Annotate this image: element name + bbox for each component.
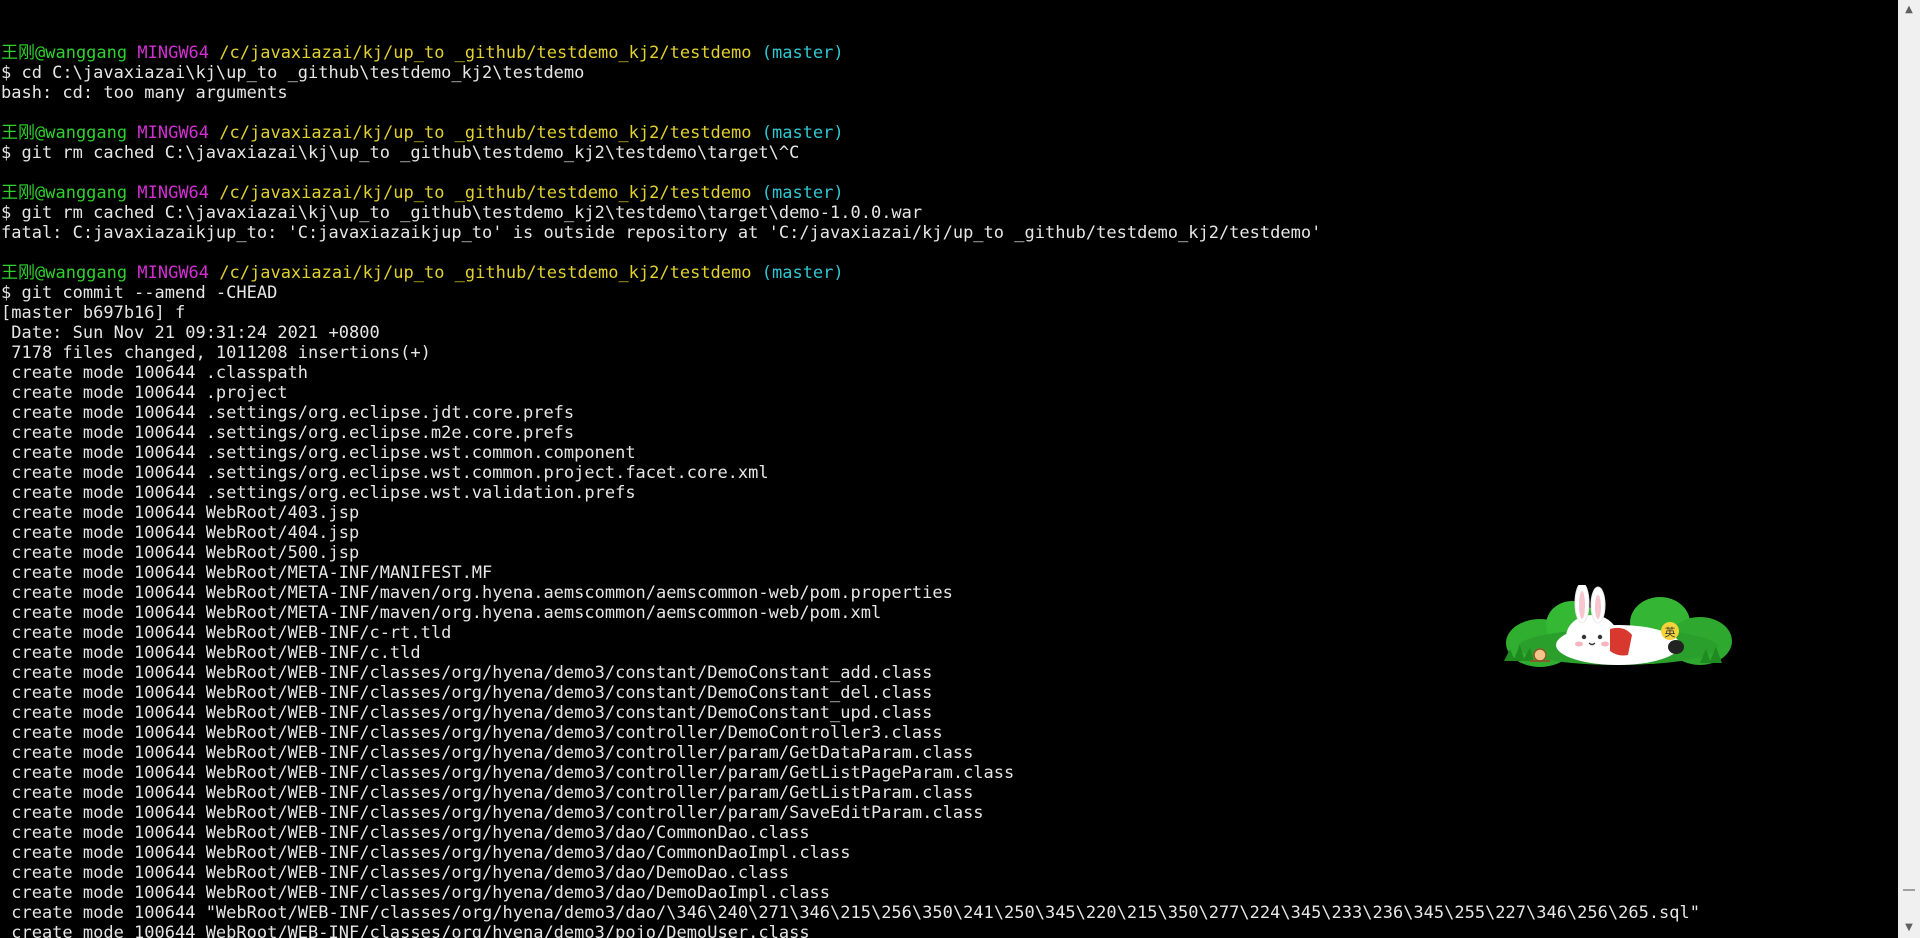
terminal-window[interactable]: 王刚@wanggang MINGW64 /c/javaxiazai/kj/up_… [0, 0, 1898, 938]
prompt-user: 王刚@wanggang [1, 263, 128, 283]
output-line: create mode 100644 "WebRoot/WEB-INF/clas… [1, 903, 1700, 923]
sticker-label: 英 [1665, 625, 1676, 639]
prompt-user: 王刚@wanggang [1, 123, 128, 143]
output-line: create mode 100644 WebRoot/WEB-INF/class… [1, 863, 790, 883]
output-line: create mode 100644 .settings/org.eclipse… [1, 403, 575, 423]
scroll-down-arrow-icon[interactable]: ▼ [1898, 918, 1920, 938]
prompt-branch: (master) [761, 263, 844, 283]
prompt-branch: (master) [761, 43, 844, 63]
prompt-path: /c/javaxiazai/kj/up_to _github/testdemo_… [219, 123, 752, 143]
output-line: create mode 100644 .settings/org.eclipse… [1, 463, 769, 483]
output-line: create mode 100644 .settings/org.eclipse… [1, 443, 636, 463]
output-line: create mode 100644 WebRoot/500.jsp [1, 543, 360, 563]
scroll-thumb[interactable] [1903, 889, 1915, 892]
output-line: create mode 100644 WebRoot/WEB-INF/class… [1, 923, 810, 938]
prompt-line: 王刚@wanggang MINGW64 /c/javaxiazai/kj/up_… [0, 43, 1898, 63]
command-line: $ cd C:\javaxiazai\kj\up_to _github\test… [1, 63, 585, 83]
command-line: $ git rm cached C:\javaxiazai\kj\up_to _… [1, 203, 923, 223]
output-line: create mode 100644 .classpath [1, 363, 309, 383]
prompt-branch: (master) [761, 183, 844, 203]
output-line: create mode 100644 WebRoot/WEB-INF/class… [1, 803, 984, 823]
prompt-user: 王刚@wanggang [1, 183, 128, 203]
output-line: create mode 100644 WebRoot/WEB-INF/class… [1, 683, 933, 703]
prompt-user: 王刚@wanggang [1, 43, 128, 63]
output-line: bash: cd: too many arguments [1, 83, 288, 103]
output-line: fatal: C:javaxiazaikjup_to: 'C:javaxiaza… [1, 223, 1322, 243]
output-line: create mode 100644 WebRoot/404.jsp [1, 523, 360, 543]
output-line: create mode 100644 WebRoot/WEB-INF/class… [1, 723, 943, 743]
output-line: create mode 100644 .settings/org.eclipse… [1, 483, 636, 503]
scroll-up-arrow-icon[interactable]: ▲ [1898, 0, 1920, 20]
output-line: create mode 100644 WebRoot/WEB-INF/class… [1, 823, 810, 843]
command-line: $ git rm cached C:\javaxiazai\kj\up_to _… [1, 143, 800, 163]
output-line: [master b697b16] f [1, 303, 186, 323]
output-line: create mode 100644 WebRoot/META-INF/MANI… [1, 563, 493, 583]
vertical-scrollbar[interactable]: ▲ ▼ [1898, 0, 1920, 938]
bunny-sticker: 英 [1500, 582, 1736, 675]
prompt-host: MINGW64 [137, 263, 210, 283]
output-line: create mode 100644 WebRoot/WEB-INF/class… [1, 743, 974, 763]
prompt-branch: (master) [761, 123, 844, 143]
output-line: create mode 100644 .project [1, 383, 288, 403]
output-line: create mode 100644 WebRoot/WEB-INF/class… [1, 843, 851, 863]
output-line: create mode 100644 WebRoot/403.jsp [1, 503, 360, 523]
prompt-line: 王刚@wanggang MINGW64 /c/javaxiazai/kj/up_… [0, 263, 1898, 283]
output-line: create mode 100644 .settings/org.eclipse… [1, 423, 575, 443]
output-line: create mode 100644 WebRoot/WEB-INF/class… [1, 783, 974, 803]
prompt-host: MINGW64 [137, 183, 210, 203]
command-line: $ git commit --amend -CHEAD [1, 283, 278, 303]
output-line: create mode 100644 WebRoot/WEB-INF/class… [1, 883, 831, 903]
output-line: create mode 100644 WebRoot/WEB-INF/class… [1, 763, 1015, 783]
bunny-sticker-image: 英 [1504, 582, 1732, 667]
prompt-path: /c/javaxiazai/kj/up_to _github/testdemo_… [219, 263, 752, 283]
prompt-host: MINGW64 [137, 43, 210, 63]
prompt-line: 王刚@wanggang MINGW64 /c/javaxiazai/kj/up_… [0, 123, 1898, 143]
output-line: 7178 files changed, 1011208 insertions(+… [1, 343, 431, 363]
prompt-path: /c/javaxiazai/kj/up_to _github/testdemo_… [219, 43, 752, 63]
prompt-path: /c/javaxiazai/kj/up_to _github/testdemo_… [219, 183, 752, 203]
terminal-output: 王刚@wanggang MINGW64 /c/javaxiazai/kj/up_… [0, 43, 1898, 938]
output-line: Date: Sun Nov 21 09:31:24 2021 +0800 [1, 323, 380, 343]
output-line: create mode 100644 WebRoot/WEB-INF/class… [1, 703, 933, 723]
prompt-host: MINGW64 [137, 123, 210, 143]
prompt-line: 王刚@wanggang MINGW64 /c/javaxiazai/kj/up_… [0, 183, 1898, 203]
